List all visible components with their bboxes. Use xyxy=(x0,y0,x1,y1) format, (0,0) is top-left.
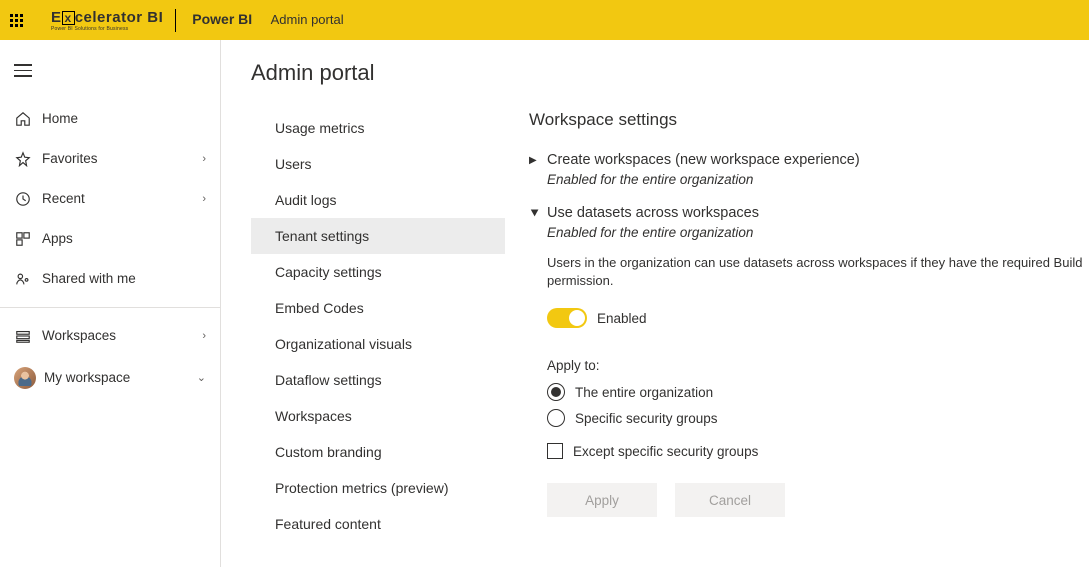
apps-icon xyxy=(14,230,32,248)
chevron-down-icon: ⌄ xyxy=(197,371,206,384)
expand-triangle-icon[interactable]: ▶ xyxy=(529,152,539,170)
sidebar-item-label: Home xyxy=(42,111,78,126)
setting-label: Use datasets across workspaces xyxy=(547,205,759,221)
settings-nav-tenant-settings[interactable]: Tenant settings xyxy=(251,218,505,254)
sidebar-item-home[interactable]: Home xyxy=(0,99,220,139)
sidebar-item-my-workspace[interactable]: My workspace ⌄ xyxy=(0,356,220,400)
settings-nav-protection[interactable]: Protection metrics (preview) xyxy=(251,470,505,506)
workspaces-icon xyxy=(14,327,32,345)
settings-nav-capacity[interactable]: Capacity settings xyxy=(251,254,505,290)
clock-icon xyxy=(14,190,32,208)
radio-label: Specific security groups xyxy=(575,411,718,426)
sidebar-item-workspaces[interactable]: Workspaces › xyxy=(0,316,220,356)
avatar xyxy=(14,367,36,389)
radio-icon xyxy=(547,383,565,401)
radio-entire-org[interactable]: The entire organization xyxy=(547,383,1089,401)
section-title: Workspace settings xyxy=(529,110,1089,130)
checkbox-label: Except specific security groups xyxy=(573,444,758,459)
home-icon xyxy=(14,110,32,128)
cancel-button[interactable]: Cancel xyxy=(675,483,785,517)
collapse-triangle-icon[interactable]: ▶ xyxy=(525,210,543,219)
settings-nav-org-visuals[interactable]: Organizational visuals xyxy=(251,326,505,362)
page-title: Admin portal xyxy=(251,60,1089,86)
page-name: Admin portal xyxy=(271,12,344,27)
app-name: Power BI xyxy=(192,11,252,27)
sidebar-item-shared[interactable]: Shared with me xyxy=(0,259,220,299)
setting-status: Enabled for the entire organization xyxy=(547,225,1089,240)
apply-button[interactable]: Apply xyxy=(547,483,657,517)
settings-nav-audit-logs[interactable]: Audit logs xyxy=(251,182,505,218)
settings-nav-usage-metrics[interactable]: Usage metrics xyxy=(251,110,505,146)
settings-nav-users[interactable]: Users xyxy=(251,146,505,182)
enabled-toggle[interactable] xyxy=(547,308,587,328)
setting-description: Users in the organization can use datase… xyxy=(547,254,1089,290)
checkbox-except-groups[interactable]: Except specific security groups xyxy=(547,443,1089,459)
sidebar-item-label: Recent xyxy=(42,191,85,206)
toggle-label: Enabled xyxy=(597,311,647,326)
radio-specific-groups[interactable]: Specific security groups xyxy=(547,409,1089,427)
setting-label: Create workspaces (new workspace experie… xyxy=(547,152,860,168)
app-launcher-icon[interactable] xyxy=(10,14,23,27)
settings-nav-branding[interactable]: Custom branding xyxy=(251,434,505,470)
sidebar-item-label: Favorites xyxy=(42,151,98,166)
sidebar-item-label: Apps xyxy=(42,231,73,246)
admin-settings-nav: Usage metrics Users Audit logs Tenant se… xyxy=(251,110,505,542)
sidebar-item-recent[interactable]: Recent › xyxy=(0,179,220,219)
sidebar-item-label: Workspaces xyxy=(42,328,116,343)
setting-status: Enabled for the entire organization xyxy=(547,172,1089,187)
sidebar-item-apps[interactable]: Apps xyxy=(0,219,220,259)
checkbox-icon xyxy=(547,443,563,459)
brand-logo: Excelerator BI Power BI Solutions for Bu… xyxy=(51,9,176,32)
radio-icon xyxy=(547,409,565,427)
chevron-right-icon: › xyxy=(202,193,206,205)
radio-label: The entire organization xyxy=(575,385,713,400)
breadcrumb: Power BI Admin portal xyxy=(192,11,343,29)
settings-nav-workspaces[interactable]: Workspaces xyxy=(251,398,505,434)
divider xyxy=(0,307,220,308)
settings-nav-featured[interactable]: Featured content xyxy=(251,506,505,542)
sidebar-item-favorites[interactable]: Favorites › xyxy=(0,139,220,179)
chevron-right-icon: › xyxy=(202,153,206,165)
menu-toggle-icon[interactable] xyxy=(0,64,220,99)
star-icon xyxy=(14,150,32,168)
chevron-right-icon: › xyxy=(202,330,206,342)
sidebar-item-label: Shared with me xyxy=(42,271,136,286)
settings-nav-embed-codes[interactable]: Embed Codes xyxy=(251,290,505,326)
sidebar-item-label: My workspace xyxy=(44,370,130,385)
settings-nav-dataflow[interactable]: Dataflow settings xyxy=(251,362,505,398)
shared-icon xyxy=(14,270,32,288)
apply-to-label: Apply to: xyxy=(547,358,1089,373)
